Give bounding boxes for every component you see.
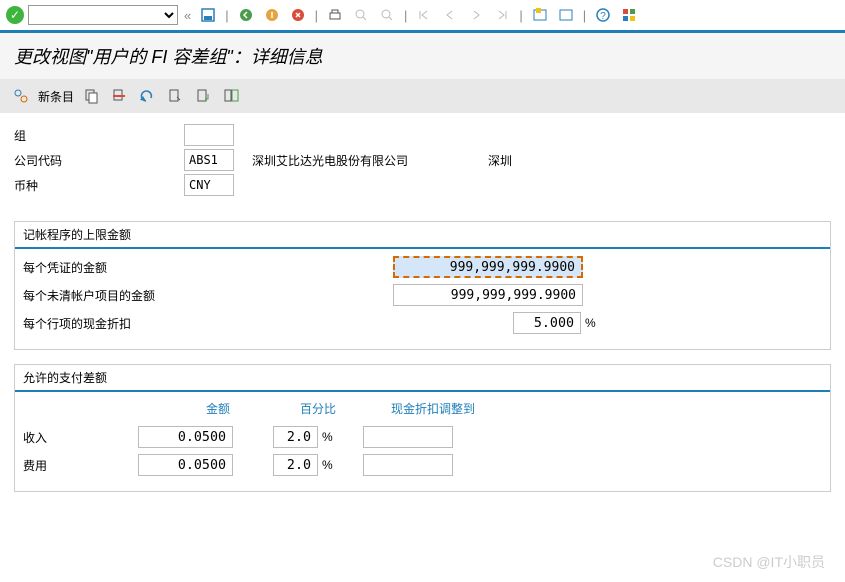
- limits-section: 记帐程序的上限金额 每个凭证的金额 每个未清帐户项目的金额 每个行项的现金折扣 …: [14, 221, 831, 350]
- expense-amount-input[interactable]: [138, 454, 233, 476]
- print-icon[interactable]: [324, 4, 346, 26]
- transport-icon[interactable]: [192, 85, 214, 107]
- expense-pct-input[interactable]: [273, 454, 318, 476]
- currency-input[interactable]: CNY: [184, 174, 234, 196]
- delete-icon[interactable]: [108, 85, 130, 107]
- new-session-icon[interactable]: [529, 4, 551, 26]
- doc-amount-label: 每个凭证的金额: [23, 259, 393, 276]
- payment-section: 允许的支付差额 金额 百分比 现金折扣调整到 收入 % 费用 %: [14, 364, 831, 492]
- new-entry-text[interactable]: 新条目: [38, 88, 74, 105]
- app-toolbar: 新条目: [0, 79, 845, 113]
- income-amount-input[interactable]: [138, 426, 233, 448]
- status-ok-icon: ✓: [6, 6, 24, 24]
- company-code-label: 公司代码: [14, 152, 184, 169]
- header-form: 组 公司代码 ABS1 深圳艾比达光电股份有限公司 深圳 币种 CNY: [0, 113, 845, 207]
- open-item-input[interactable]: [393, 284, 583, 306]
- undo-icon[interactable]: [136, 85, 158, 107]
- copy-icon[interactable]: [80, 85, 102, 107]
- income-pct-input[interactable]: [273, 426, 318, 448]
- layout-icon[interactable]: [618, 4, 640, 26]
- exit-icon[interactable]: [261, 4, 283, 26]
- open-item-label: 每个未清帐户项目的金额: [23, 287, 393, 304]
- col-amount: 金额: [163, 400, 273, 417]
- group-label: 组: [14, 127, 184, 144]
- first-page-icon[interactable]: [413, 4, 435, 26]
- income-label: 收入: [23, 429, 138, 446]
- cash-discount-input[interactable]: [513, 312, 581, 334]
- last-page-icon[interactable]: [491, 4, 513, 26]
- currency-label: 币种: [14, 177, 184, 194]
- transport-all-icon[interactable]: [220, 85, 242, 107]
- company-code-input[interactable]: ABS1: [184, 149, 234, 171]
- find-next-icon[interactable]: [376, 4, 398, 26]
- group-input[interactable]: [184, 124, 234, 146]
- save-icon[interactable]: [197, 4, 219, 26]
- col-percent: 百分比: [273, 400, 363, 417]
- next-page-icon[interactable]: [465, 4, 487, 26]
- command-field[interactable]: [28, 5, 178, 25]
- cash-discount-label: 每个行项的现金折扣: [23, 315, 393, 332]
- find-icon[interactable]: [350, 4, 372, 26]
- select-icon[interactable]: [164, 85, 186, 107]
- doc-amount-input[interactable]: [393, 256, 583, 278]
- income-adj-input[interactable]: [363, 426, 453, 448]
- limits-title: 记帐程序的上限金额: [15, 222, 830, 249]
- watermark: CSDN @IT小职员: [713, 552, 825, 572]
- company-city: 深圳: [488, 152, 512, 169]
- expense-label: 费用: [23, 457, 138, 474]
- chevron-left-icon[interactable]: «: [182, 8, 193, 23]
- percent-unit: %: [585, 316, 596, 330]
- payment-title: 允许的支付差额: [15, 365, 830, 392]
- col-adjust: 现金折扣调整到: [363, 400, 503, 417]
- prev-page-icon[interactable]: [439, 4, 461, 26]
- svg-text:?: ?: [600, 11, 606, 22]
- help-icon[interactable]: ?: [592, 4, 614, 26]
- cancel-icon[interactable]: [287, 4, 309, 26]
- toggle-icon[interactable]: [10, 85, 32, 107]
- company-name: 深圳艾比达光电股份有限公司: [252, 152, 408, 169]
- page-title: 更改视图"用户的 FI 容差组"：详细信息: [0, 33, 845, 79]
- expense-adj-input[interactable]: [363, 454, 453, 476]
- system-toolbar: ✓ « | | | | | ?: [0, 0, 845, 33]
- back-icon[interactable]: [235, 4, 257, 26]
- shortcut-icon[interactable]: [555, 4, 577, 26]
